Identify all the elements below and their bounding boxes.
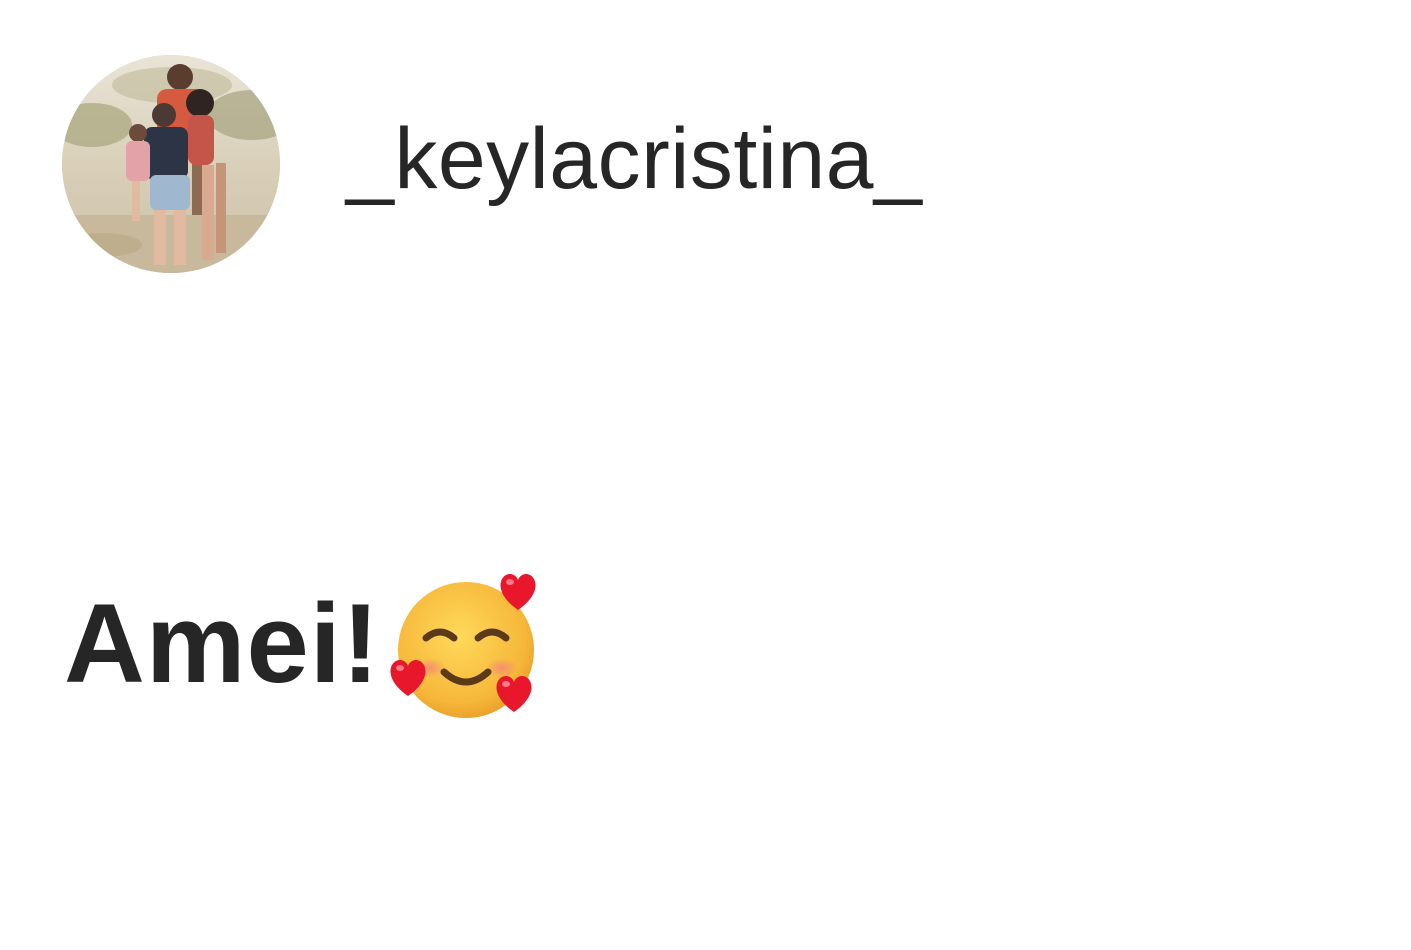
username[interactable]: _keylacristina_ <box>346 110 922 209</box>
avatar-photo <box>62 55 280 273</box>
avatar[interactable] <box>62 55 280 273</box>
comment-body: Amei! <box>64 560 550 726</box>
smiling-face-with-hearts-icon <box>390 566 550 726</box>
comment-text: Amei! <box>64 580 381 706</box>
comment-header: _keylacristina_ <box>62 55 922 273</box>
